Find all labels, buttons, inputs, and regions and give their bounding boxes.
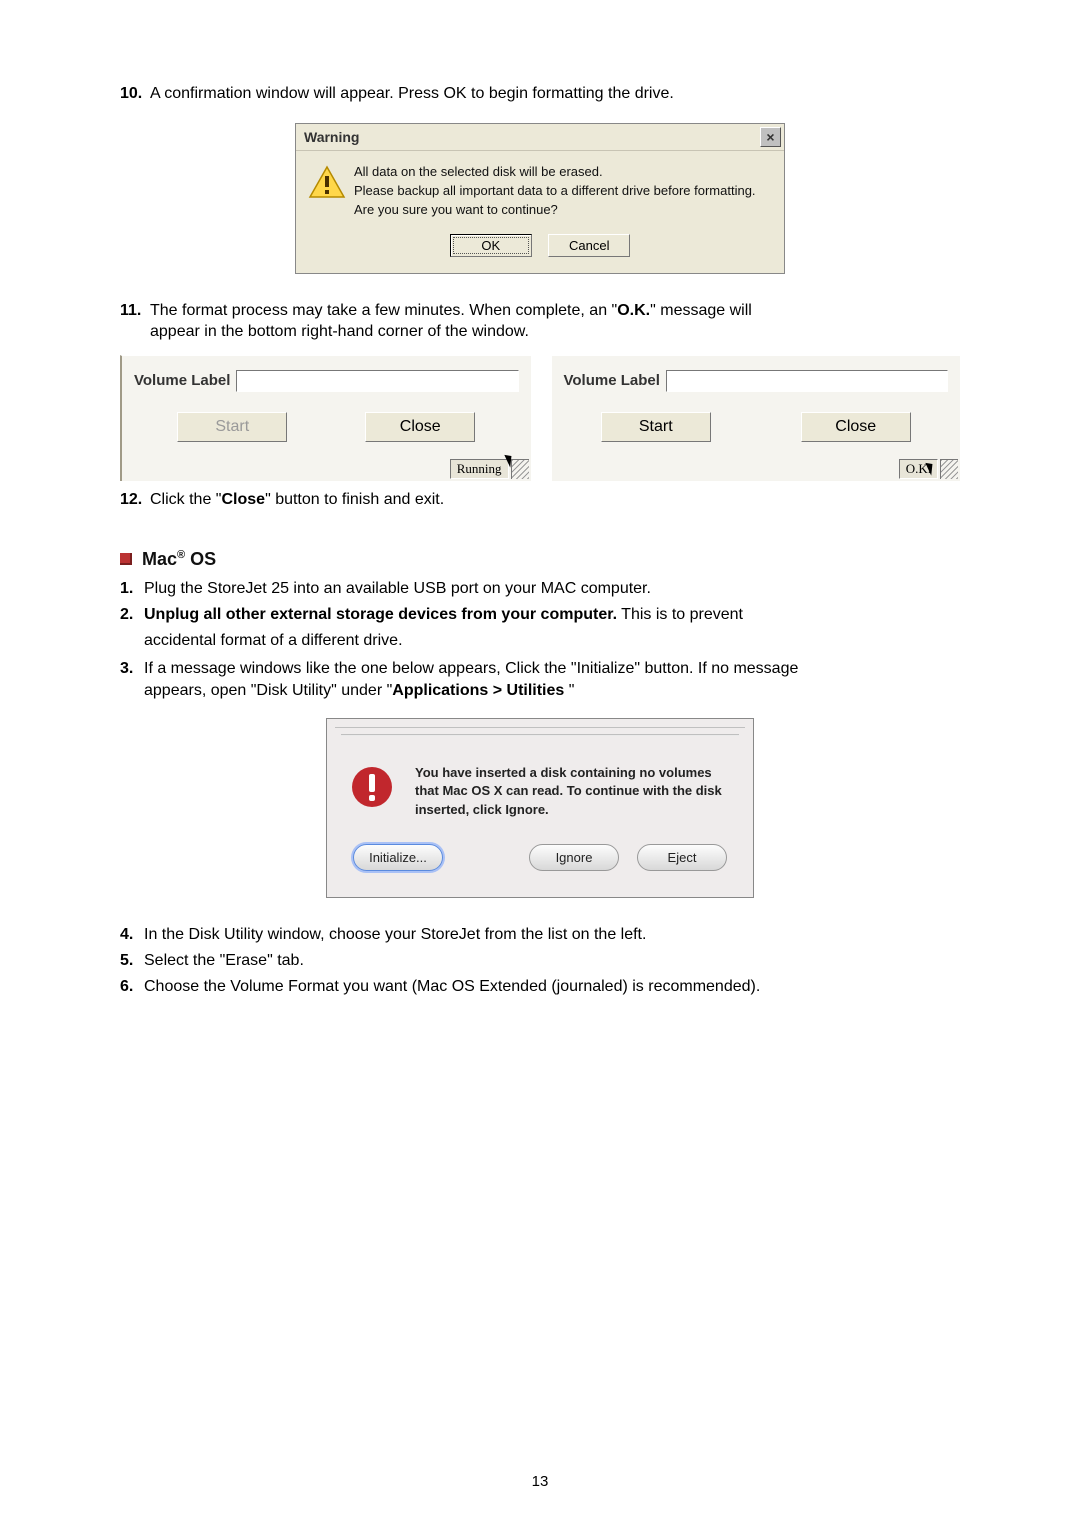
warning-line1: All data on the selected disk will be er…: [354, 163, 772, 182]
step-text-cont: appears, open "Disk Utility" under "Appl…: [120, 682, 960, 700]
step-number: 4.: [120, 926, 144, 944]
step-text: Unplug all other external storage device…: [144, 606, 960, 624]
step-text-cont: appear in the bottom right-hand corner o…: [120, 323, 960, 341]
step-text: Click the "Close" button to finish and e…: [150, 491, 960, 509]
step-number: 1.: [120, 580, 144, 598]
ignore-button[interactable]: Ignore: [529, 844, 619, 871]
format-panel-complete: Volume Label Start Close O.K.: [551, 355, 961, 481]
list-item: 5. Select the "Erase" tab.: [120, 952, 960, 970]
mac-dialog-text: You have inserted a disk containing no v…: [415, 764, 729, 821]
step-12: 12. Click the "Close" button to finish a…: [120, 491, 960, 509]
status-running-chip: Running: [450, 459, 509, 479]
page-number: 13: [0, 1473, 1080, 1490]
warning-icon-col: [308, 163, 354, 220]
warning-line2: Please backup all important data to a di…: [354, 182, 772, 201]
window-close-button[interactable]: ×: [760, 127, 781, 147]
step-number: 6.: [120, 978, 144, 996]
dialog-titlebar: Warning ×: [296, 124, 784, 151]
page-content: 10. A confirmation window will appear. P…: [0, 0, 1080, 1528]
warning-text: All data on the selected disk will be er…: [354, 163, 772, 220]
heading-text: Mac® OS: [142, 549, 216, 570]
step-text: If a message windows like the one below …: [144, 660, 960, 678]
eject-button[interactable]: Eject: [637, 844, 727, 871]
volume-input[interactable]: [666, 370, 948, 392]
cancel-button[interactable]: Cancel: [548, 234, 630, 257]
status-bar: O.K.: [552, 457, 961, 481]
volume-input[interactable]: [236, 370, 518, 392]
mac-dialog: You have inserted a disk containing no v…: [326, 718, 754, 899]
warning-dialog: Warning × All data on the selected disk …: [295, 123, 785, 274]
step-text: In the Disk Utility window, choose your …: [144, 926, 960, 944]
close-icon: ×: [766, 129, 774, 145]
step-text: A confirmation window will appear. Press…: [150, 85, 960, 103]
mac-steps-list: 1. Plug the StoreJet 25 into an availabl…: [120, 580, 960, 700]
step-number: 2.: [120, 606, 144, 624]
step-number: 12.: [120, 491, 150, 509]
close-button[interactable]: Close: [365, 412, 475, 442]
list-item: 2. Unplug all other external storage dev…: [120, 606, 960, 624]
step-10: 10. A confirmation window will appear. P…: [120, 85, 960, 103]
close-button[interactable]: Close: [801, 412, 911, 442]
volume-label: Volume Label: [134, 372, 230, 389]
list-item: 1. Plug the StoreJet 25 into an availabl…: [120, 580, 960, 598]
step-11: 11. The format process may take a few mi…: [120, 302, 960, 341]
step-number: 11.: [120, 302, 150, 320]
panels-row: Volume Label Start Close Running V: [120, 355, 960, 481]
status-bar: Running: [122, 457, 531, 481]
warning-line3: Are you sure you want to continue?: [354, 201, 772, 220]
format-panel-running: Volume Label Start Close Running: [120, 355, 531, 481]
step-text-cont: accidental format of a different drive.: [120, 632, 960, 650]
mac-os-heading: Mac® OS: [120, 549, 960, 570]
start-button[interactable]: Start: [601, 412, 711, 442]
mac-alert-icon-col: [349, 764, 397, 821]
mac-dialog-topbar: [341, 734, 739, 736]
mac-steps-list-2: 4. In the Disk Utility window, choose yo…: [120, 926, 960, 996]
list-item: 4. In the Disk Utility window, choose yo…: [120, 926, 960, 944]
step-text: Choose the Volume Format you want (Mac O…: [144, 978, 960, 996]
step-text: Select the "Erase" tab.: [144, 952, 960, 970]
step-text: The format process may take a few minute…: [150, 302, 960, 320]
step-number: 10.: [120, 85, 150, 103]
step-text: Plug the StoreJet 25 into an available U…: [144, 580, 960, 598]
dialog-title: Warning: [304, 129, 359, 145]
start-button[interactable]: Start: [177, 412, 287, 442]
list-item: 6. Choose the Volume Format you want (Ma…: [120, 978, 960, 996]
resize-grip-icon: [940, 459, 958, 479]
list-item: 3. If a message windows like the one bel…: [120, 660, 960, 678]
step-number: 3.: [120, 660, 144, 678]
alert-icon: [349, 764, 395, 810]
bullet-icon: [120, 553, 132, 565]
volume-label: Volume Label: [564, 372, 660, 389]
warning-icon: [308, 165, 346, 199]
step-number: 5.: [120, 952, 144, 970]
ok-button[interactable]: OK: [450, 234, 532, 257]
initialize-button[interactable]: Initialize...: [353, 844, 443, 871]
